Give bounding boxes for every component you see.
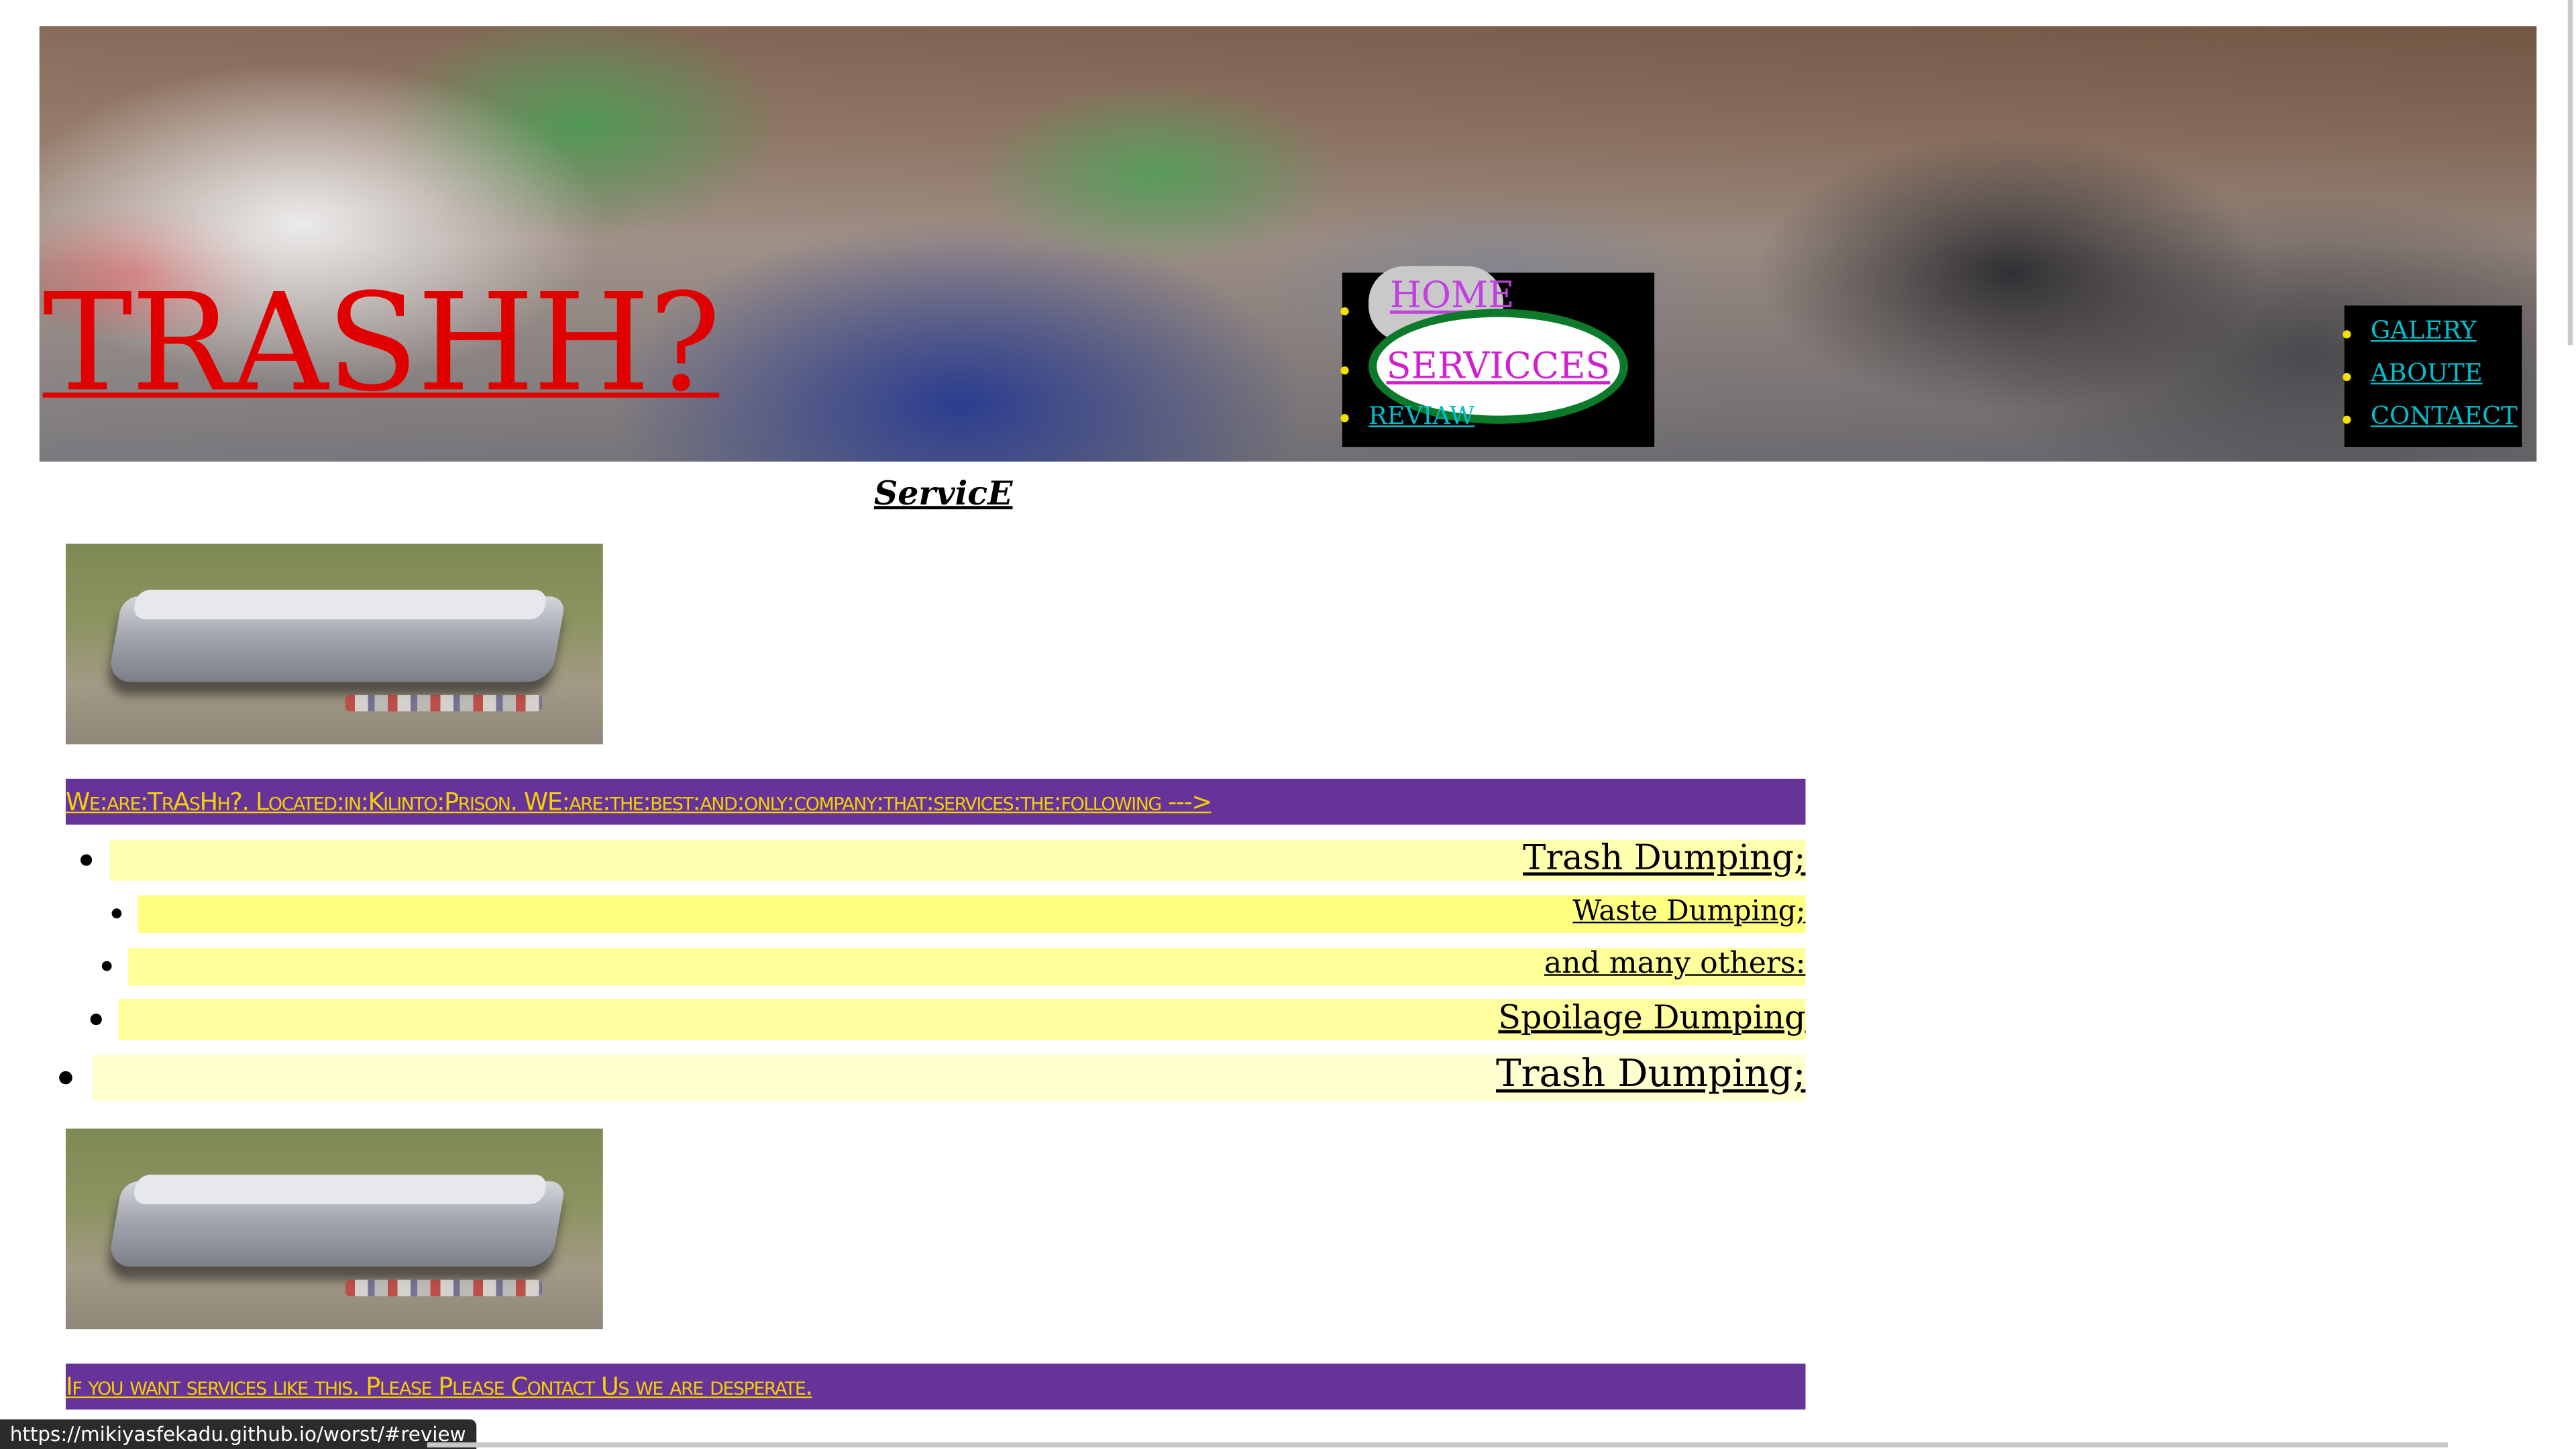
- litter: [345, 1279, 543, 1297]
- nav-bullet: [1340, 366, 1349, 375]
- nav-bullet: [1340, 414, 1349, 423]
- litter: [345, 694, 543, 712]
- list-bullet: [90, 1014, 102, 1026]
- section-title: ServicE: [873, 473, 1013, 513]
- bin-lid: [131, 1175, 548, 1205]
- contact-banner-link[interactable]: If you want services like this. Please P…: [65, 1363, 1806, 1410]
- service-item[interactable]: Trash Dumping;: [1496, 1053, 1805, 1096]
- vertical-scrollbar[interactable]: [2567, 0, 2573, 345]
- horizontal-scrollbar[interactable]: [427, 1442, 2449, 1448]
- nav-bullet: [1340, 307, 1349, 316]
- site-logo[interactable]: TRASHH?: [43, 263, 721, 427]
- service-item[interactable]: and many others:: [1544, 947, 1806, 981]
- service-row-highlight: [138, 895, 1806, 934]
- trash-bin-photo: [65, 1128, 603, 1330]
- secondary-nav: GALERY ABOUTE CONTAECT: [2343, 305, 2522, 447]
- service-item[interactable]: Waste Dumping;: [1572, 896, 1805, 928]
- nav-bullet: [2343, 372, 2351, 382]
- trash-bin-photo: [65, 543, 603, 745]
- list-bullet: [59, 1071, 72, 1085]
- list-bullet: [101, 961, 112, 971]
- bin-lid: [131, 590, 548, 620]
- list-bullet: [80, 854, 93, 866]
- nav-link-about[interactable]: ABOUTE: [2371, 358, 2483, 388]
- service-item[interactable]: Trash Dumping;: [1523, 838, 1805, 877]
- list-bullet: [111, 908, 122, 918]
- nav-bullet: [2343, 415, 2351, 424]
- primary-nav: HOME SERVICCES REVIAW: [1340, 266, 1655, 447]
- nav-link-contact[interactable]: CONTAECT: [2371, 401, 2518, 431]
- status-bar-url: https://mikiyasfekadu.github.io/worst/#r…: [0, 1419, 476, 1449]
- service-item[interactable]: Spoilage Dumping: [1498, 998, 1805, 1037]
- nav-link-review[interactable]: REVIAW: [1368, 401, 1474, 431]
- intro-banner-link[interactable]: We:are:TrAsHh?. Located:in:Kilinto:Priso…: [65, 778, 1806, 825]
- nav-link-gallery[interactable]: GALERY: [2371, 315, 2477, 345]
- nav-bullet: [2343, 330, 2351, 339]
